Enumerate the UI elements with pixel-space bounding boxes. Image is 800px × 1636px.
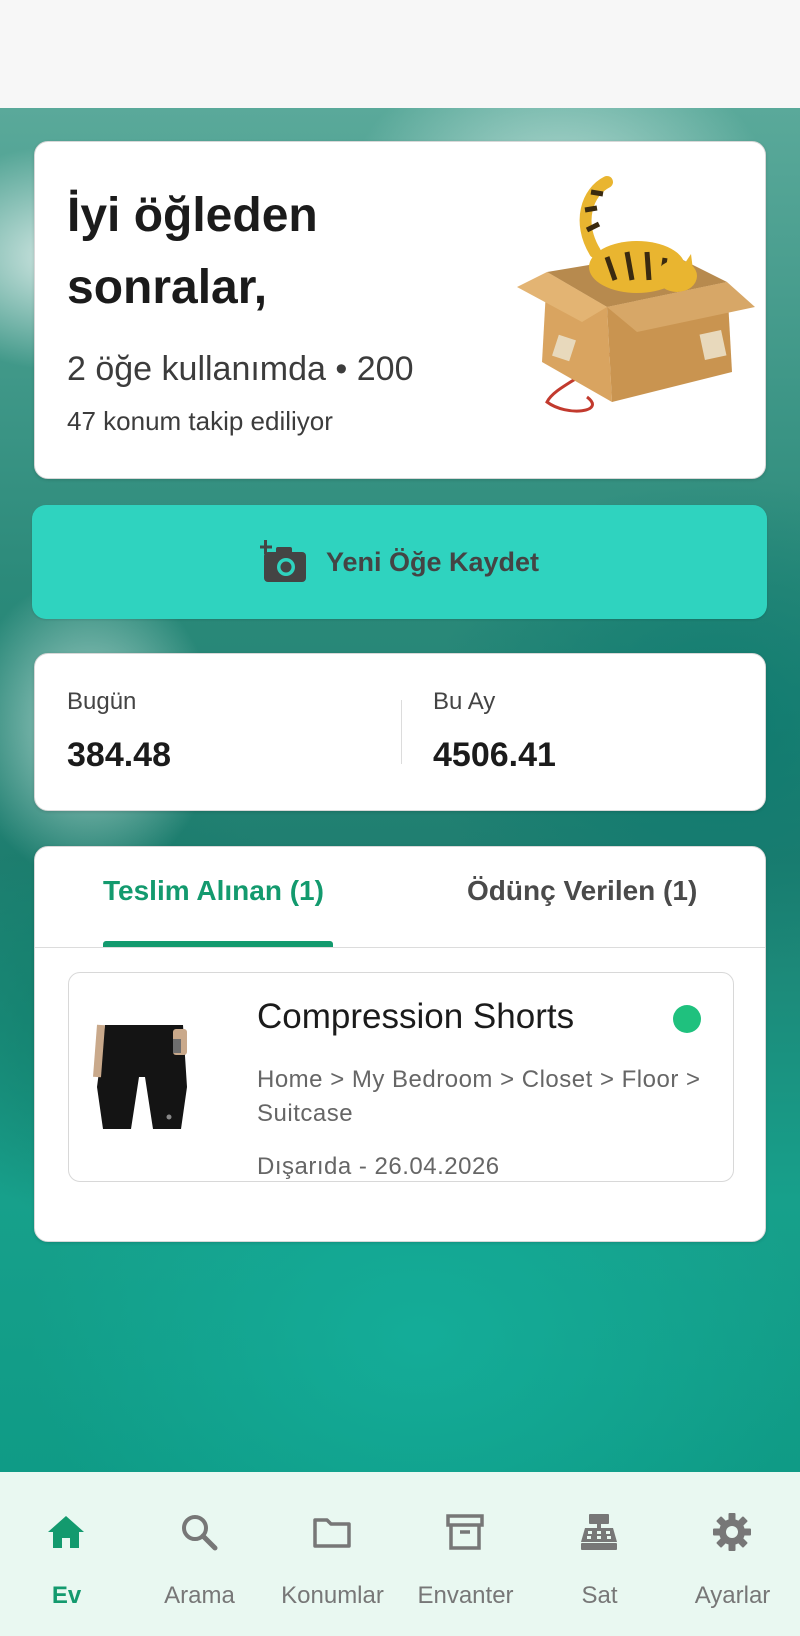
stat-month-value: 4506.41 <box>433 736 556 774</box>
stat-divider <box>401 700 402 764</box>
nav-label-inventory: Envanter <box>417 1582 514 1609</box>
stat-month: Bu Ay 4506.41 <box>433 688 556 775</box>
stat-today-value: 384.48 <box>67 736 171 774</box>
cash-register-icon <box>581 1514 617 1550</box>
item-thumbnail <box>83 1017 201 1135</box>
tab-divider <box>35 947 765 948</box>
stat-today: Bugün 384.48 <box>67 688 171 775</box>
item-name: Compression Shorts <box>257 997 575 1036</box>
nav-label-home: Ev <box>51 1582 82 1609</box>
greeting-card: İyi öğleden sonralar, 2 öğe kullanımda •… <box>34 141 766 479</box>
usage-summary: 2 öğe kullanımda • 200 <box>67 350 414 388</box>
nav-item-search[interactable]: Arama <box>133 1472 266 1636</box>
stats-card: Bugün 384.48 Bu Ay 4506.41 <box>34 653 766 811</box>
greeting-title: İyi öğleden sonralar, <box>67 189 318 314</box>
tab-lent[interactable]: Ödünç Verilen (1) <box>467 875 697 907</box>
search-icon <box>182 1515 218 1551</box>
save-new-item-button[interactable]: Yeni Öğe Kaydet <box>32 505 767 619</box>
cat-in-box-illustration <box>517 176 755 413</box>
nav-item-sell[interactable]: Sat <box>533 1472 666 1636</box>
item-location-path: Home > My Bedroom > Closet > Floor > Sui… <box>257 1066 701 1127</box>
nav-label-locations: Konumlar <box>281 1582 384 1609</box>
home-icon <box>48 1516 84 1548</box>
bottom-navigation: Ev Arama Konumlar Envanter Sat Ayarlar <box>0 1472 800 1636</box>
nav-item-settings[interactable]: Ayarlar <box>666 1472 799 1636</box>
items-tabs-card: Teslim Alınan (1) Ödünç Verilen (1) Comp… <box>34 846 766 1242</box>
status-bar <box>0 0 800 108</box>
save-new-item-label: Yeni Öğe Kaydet <box>325 546 540 577</box>
nav-item-home[interactable]: Ev <box>0 1472 133 1636</box>
nav-item-locations[interactable]: Konumlar <box>266 1472 399 1636</box>
folder-icon <box>313 1518 351 1548</box>
item-status-text: Dışarıda - 26.04.2026 <box>257 1153 500 1180</box>
nav-label-search: Arama <box>164 1582 235 1609</box>
stat-today-label: Bugün <box>67 688 137 715</box>
locations-summary: 47 konum takip ediliyor <box>67 406 333 436</box>
nav-label-settings: Ayarlar <box>694 1582 771 1609</box>
nav-label-sell: Sat <box>581 1582 618 1609</box>
stat-month-label: Bu Ay <box>433 688 496 715</box>
nav-item-inventory[interactable]: Envanter <box>399 1472 532 1636</box>
tab-received[interactable]: Teslim Alınan (1) <box>103 875 324 907</box>
archive-icon <box>446 1514 484 1550</box>
add-photo-icon <box>259 540 306 582</box>
item-card[interactable]: Compression Shorts Home > My Bedroom > C… <box>68 972 734 1182</box>
gear-icon <box>713 1513 751 1551</box>
item-status-dot <box>673 1005 701 1033</box>
